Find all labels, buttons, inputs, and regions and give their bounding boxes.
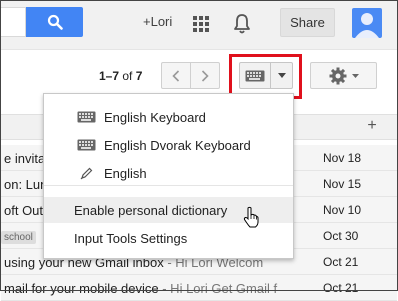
label-badge[interactable]: school <box>1 231 36 244</box>
settings-button[interactable] <box>310 62 377 89</box>
menu-item-english-handwriting[interactable]: English <box>44 160 293 186</box>
row-date: Oct 21 <box>323 281 359 295</box>
avatar[interactable] <box>352 8 382 38</box>
chevron-left-icon <box>172 69 180 82</box>
page-total: 7 <box>135 69 143 83</box>
search-icon <box>47 14 63 30</box>
add-tab-button[interactable]: + <box>364 115 380 137</box>
row-snippet: - Hi Lori Get Gmail f <box>158 281 278 296</box>
menu-item-input-tools-settings[interactable]: Input Tools Settings <box>44 225 293 251</box>
notifications-bell-icon[interactable] <box>233 13 251 35</box>
row-date: Nov 15 <box>323 177 362 191</box>
menu-item-label: English Keyboard <box>104 110 206 125</box>
row-date: Oct 30 <box>323 229 359 243</box>
apps-grid-icon[interactable] <box>193 16 209 32</box>
menu-item-english-dvorak-keyboard[interactable]: English Dvorak Keyboard <box>44 132 293 158</box>
menu-divider <box>44 185 293 186</box>
search-input[interactable] <box>1 7 26 37</box>
chevron-right-icon <box>201 69 209 82</box>
row-subject: mail for your mobile device <box>4 281 159 296</box>
page-of: of <box>122 69 133 83</box>
page-count: 1–7 of 7 <box>99 69 142 83</box>
caret-down-icon <box>351 73 359 78</box>
input-tools-menu: English Keyboard English Dvorak Keyboard… <box>43 93 294 259</box>
newer-button[interactable] <box>190 62 220 89</box>
keyboard-icon <box>77 139 96 151</box>
page-range: 1–7 <box>99 69 120 83</box>
row-date: Oct 21 <box>323 255 359 269</box>
search-button[interactable] <box>26 7 83 37</box>
user-profile-link[interactable]: +Lori <box>143 14 172 29</box>
row-date: Nov 18 <box>323 151 362 165</box>
mouse-cursor-icon <box>243 206 259 228</box>
menu-item-label: English Dvorak Keyboard <box>104 138 251 153</box>
menu-item-label: Input Tools Settings <box>74 231 188 246</box>
table-row[interactable]: mail for your mobile device - Hi Lori Ge… <box>1 275 397 301</box>
top-bar: +Lori Share <box>1 1 397 50</box>
pencil-icon <box>80 167 93 180</box>
menu-item-label: English <box>104 166 147 181</box>
row-date: Nov 10 <box>323 203 362 217</box>
menu-item-english-keyboard[interactable]: English Keyboard <box>44 104 293 130</box>
menu-item-label: Enable personal dictionary <box>74 203 228 218</box>
older-button[interactable] <box>161 62 191 89</box>
keyboard-icon <box>77 111 96 123</box>
gear-icon <box>329 67 346 84</box>
share-button[interactable]: Share <box>280 8 335 37</box>
